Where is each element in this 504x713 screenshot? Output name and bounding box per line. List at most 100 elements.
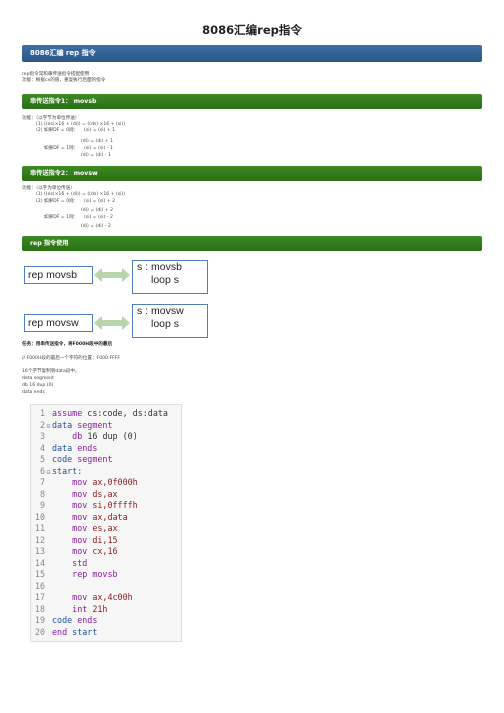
code-token: mov (72, 500, 93, 510)
code-token: code (52, 454, 78, 464)
code-token: assume (52, 408, 88, 418)
note-line: db 16 dup (0) (22, 383, 54, 388)
code-token: es,ax (92, 523, 118, 533)
code-token: segment (77, 454, 113, 464)
line-number: 8 (39, 488, 45, 499)
code-token: rep movsb (72, 569, 118, 579)
code-token: mov (72, 488, 93, 499)
code-line: 14 std (31, 558, 181, 570)
code-line: 18 int 21h (31, 604, 181, 616)
section-header-movsw: 串传送指令2： movsw (22, 166, 482, 181)
code-token: code (52, 615, 78, 625)
code-token: ends (77, 442, 98, 453)
line-number: 6 (39, 465, 45, 476)
line-number: 3 (39, 431, 45, 441)
code-token: si,0ffffh (92, 500, 138, 510)
code-token: int (72, 603, 93, 614)
code-line: 15 rep movsb (31, 569, 181, 581)
line-number: 14 (34, 557, 45, 568)
line-number: 2 (39, 419, 45, 430)
code-line: 11 mov es,ax (31, 523, 181, 535)
code-line: 10 mov ax,data (31, 512, 181, 524)
rep-equivalence-diagram: rep movsb s : movsb loop s rep movsw s :… (22, 258, 208, 338)
code-line: 7 mov ax,0f000h (31, 477, 181, 489)
code-line: 17 mov ax,4c00h (31, 592, 181, 604)
line-number: 4 (39, 442, 45, 453)
intro-line-2: 功能：根据cx的值，重复执行后面的指令 (22, 78, 106, 83)
movsb-line: (di) = (di) + 1 (81, 139, 114, 144)
line-number: 15 (34, 569, 45, 579)
code-line: 20 end start (31, 627, 181, 639)
code-token: mov (72, 511, 93, 522)
line-number: 7 (39, 477, 45, 487)
movsb-loop-line-2: loop s (151, 274, 180, 286)
code-token: mov (72, 477, 93, 487)
code-token: segment (77, 419, 113, 430)
code-editor-screenshot: 1 assume cs:code, ds:data 2 ⊟ data segment 3 … (30, 404, 182, 642)
code-token: start (72, 626, 98, 637)
code-line: 19 code ends (31, 615, 181, 627)
section-header-rep-usage: rep 指令使用 (22, 236, 482, 251)
code-token: 16 dup (0) (87, 431, 138, 441)
line-number: 18 (34, 603, 45, 614)
code-token: 21h (92, 603, 108, 614)
movsw-line: (1) ((es)×16 + (di)) = ((ds) ×16 + (si)) (36, 192, 126, 197)
task-text: 任务：用串传送指令，将F000H段中的最后 (22, 342, 113, 347)
code-token: mov (72, 534, 93, 545)
code-token: mov (72, 546, 93, 556)
section-header-movsb: 串传送指令1： movsb (22, 94, 482, 109)
line-number: 19 (34, 615, 45, 625)
rep-movsw-box: rep movsw (24, 314, 93, 332)
movsb-loop-line-1: s : movsb (137, 261, 182, 273)
note-line: data segment (22, 376, 54, 381)
movsw-loop-line-2: loop s (151, 318, 180, 330)
code-line: 6 ⊟ start: (31, 466, 181, 478)
line-number: 13 (34, 546, 45, 556)
movsw-loop-line-1: s : movsw (137, 305, 184, 317)
code-line: 13 mov cx,16 (31, 546, 181, 558)
code-token: ds,ax (92, 488, 118, 499)
line-number: 11 (34, 523, 45, 533)
code-token: db (72, 431, 88, 441)
movsw-line: (di) = (di) + 2 (81, 208, 114, 213)
line-number: 16 (34, 580, 45, 591)
code-token: mov (72, 592, 93, 602)
movsb-line: (2) 如果DF = 0则： (si) = (si) + 1 (36, 128, 116, 133)
code-token: ax,data (92, 511, 128, 522)
line-number: 5 (39, 454, 45, 464)
code-line: 2 ⊟ data segment (31, 420, 181, 432)
line-number: 9 (39, 500, 45, 510)
code-token: start: (52, 465, 83, 476)
line-number: 12 (34, 534, 45, 545)
rep-movsb-box: rep movsb (24, 266, 93, 284)
code-line: 12 mov di,15 (31, 535, 181, 547)
code-token: end (52, 626, 73, 637)
line-number: 17 (34, 592, 45, 602)
code-line: 4 data ends (31, 443, 181, 455)
code-token: std (72, 557, 88, 568)
movsb-line: (di) = (di) - 1 (81, 153, 111, 158)
movsw-line: (di) = (di) - 2 (81, 224, 111, 229)
code-token: data (52, 419, 78, 430)
code-line: 5 code segment (31, 454, 181, 466)
code-token: data (52, 442, 78, 453)
code-line: 1 assume cs:code, ds:data (31, 408, 181, 420)
note-line: data ends (22, 390, 45, 395)
line-number: 1 (39, 408, 45, 418)
page-title: 8086汇编rep指令 (202, 23, 302, 37)
note-line: 16个字节复制到data段中。 (22, 369, 80, 374)
code-token: mov (72, 523, 93, 533)
code-token: di,15 (92, 534, 118, 545)
